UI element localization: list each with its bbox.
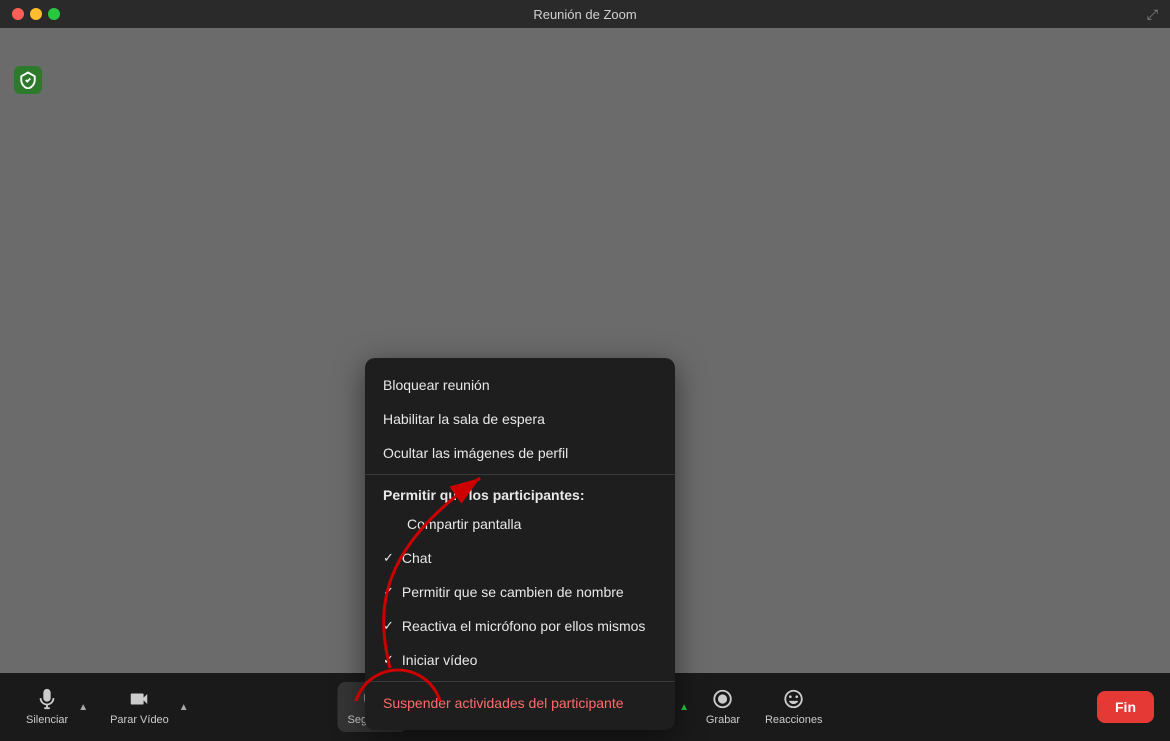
video-chevron[interactable]: ▲ bbox=[177, 702, 191, 713]
record-button[interactable]: Grabar bbox=[693, 682, 753, 732]
reactions-icon bbox=[783, 688, 805, 710]
menu-item-lock[interactable]: Bloquear reunión bbox=[365, 368, 675, 402]
reactions-button[interactable]: Reacciones bbox=[755, 682, 832, 732]
expand-icon[interactable]: ⤢ bbox=[1147, 6, 1158, 23]
menu-divider-1 bbox=[365, 474, 675, 475]
video-area: Bloquear reunión Habilitar la sala de es… bbox=[0, 28, 1170, 701]
close-button[interactable] bbox=[12, 8, 24, 20]
reactions-label: Reacciones bbox=[765, 714, 822, 726]
silence-button[interactable]: Silenciar bbox=[16, 682, 78, 732]
security-dropdown: Bloquear reunión Habilitar la sala de es… bbox=[365, 358, 675, 730]
menu-item-suspend[interactable]: Suspender actividades del participante bbox=[365, 686, 675, 720]
menu-item-chat[interactable]: ✓ Chat bbox=[365, 541, 675, 575]
menu-item-waiting-room[interactable]: Habilitar la sala de espera bbox=[365, 402, 675, 436]
title-bar: Reunión de Zoom ⤢ bbox=[0, 0, 1170, 28]
menu-item-hide-profiles[interactable]: Ocultar las imágenes de perfil bbox=[365, 436, 675, 470]
mic-icon bbox=[36, 688, 58, 710]
maximize-button[interactable] bbox=[48, 8, 60, 20]
camera-icon bbox=[128, 688, 150, 710]
toolbar-left: Silenciar ▲ Parar Vídeo ▲ bbox=[16, 682, 191, 732]
stop-video-label: Parar Vídeo bbox=[110, 714, 169, 726]
end-button[interactable]: Fin bbox=[1097, 691, 1154, 723]
security-badge[interactable] bbox=[14, 66, 42, 94]
window-title: Reunión de Zoom bbox=[533, 7, 636, 22]
record-label: Grabar bbox=[706, 714, 740, 726]
traffic-lights bbox=[12, 8, 60, 20]
stop-video-button[interactable]: Parar Vídeo bbox=[100, 682, 179, 732]
menu-item-share-screen[interactable]: Compartir pantalla bbox=[365, 507, 675, 541]
menu-item-unmute[interactable]: ✓ Reactiva el micrófono por ellos mismos bbox=[365, 609, 675, 643]
menu-item-rename[interactable]: ✓ Permitir que se cambien de nombre bbox=[365, 575, 675, 609]
menu-item-start-video[interactable]: ✓ Iniciar vídeo bbox=[365, 643, 675, 677]
silence-label: Silenciar bbox=[26, 714, 68, 726]
menu-section-title: Permitir que los participantes: bbox=[365, 479, 675, 507]
toolbar-right: Fin bbox=[1097, 691, 1154, 723]
record-icon bbox=[712, 688, 734, 710]
silence-chevron[interactable]: ▲ bbox=[76, 702, 90, 713]
minimize-button[interactable] bbox=[30, 8, 42, 20]
share-chevron[interactable]: ▲ bbox=[677, 702, 691, 713]
menu-divider-2 bbox=[365, 681, 675, 682]
